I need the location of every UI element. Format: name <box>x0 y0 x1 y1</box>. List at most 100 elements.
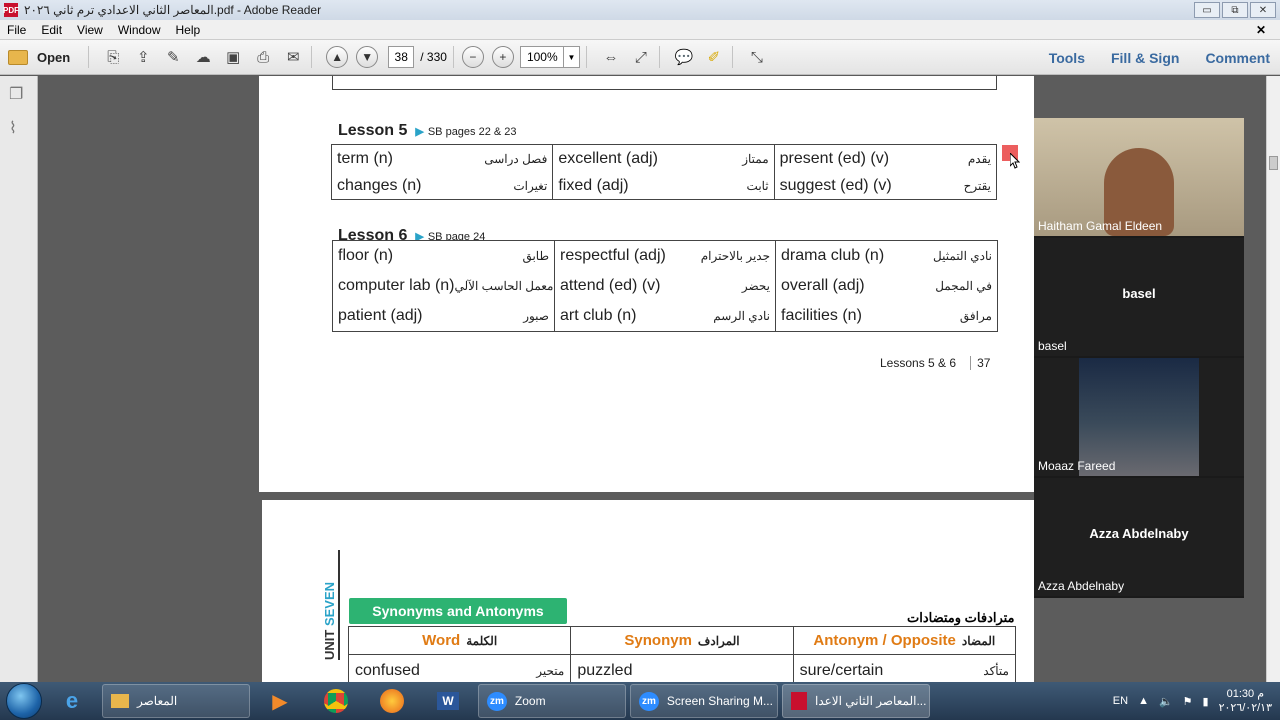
chevron-down-icon[interactable]: ▼ <box>562 47 579 67</box>
pdf-icon <box>791 692 807 710</box>
page-thumbnails-icon[interactable]: ❐ <box>9 84 29 104</box>
word-icon[interactable]: W <box>422 684 474 718</box>
close-button[interactable]: ✕ <box>1250 2 1276 18</box>
create-pdf-icon[interactable]: ⎘ <box>101 45 125 69</box>
email-icon[interactable]: ✉ <box>281 45 305 69</box>
taskbar-screen-sharing[interactable]: zm Screen Sharing M... <box>630 684 778 718</box>
vocab-arabic: جدير بالاحترام <box>700 249 770 263</box>
menu-bar: File Edit View Window Help ✕ <box>0 20 1280 40</box>
media-player-icon[interactable]: ▶ <box>254 684 306 718</box>
word-badge: W <box>437 692 459 710</box>
window-titlebar: PDF المعاصر الثاني الاعدادي ترم ثاني ٢٠٢… <box>0 0 1280 20</box>
fill-sign-link[interactable]: Fill & Sign <box>1111 50 1179 66</box>
system-tray: EN ▲ 🔈 ⚑ ▮ 01:30 م ٢٠٢٦/٠٢/١٣ <box>1113 682 1280 720</box>
taskbar-adobe-reader[interactable]: المعاصر الثاني الاعدا... <box>782 684 930 718</box>
minimize-button[interactable]: ▭ <box>1194 2 1220 18</box>
vocab-column: floor (n) طابق computer lab (n) معمل الحاس… <box>333 241 555 331</box>
language-indicator[interactable]: EN <box>1113 695 1128 707</box>
menu-view[interactable]: View <box>70 23 111 37</box>
firefox-logo <box>380 689 404 713</box>
sticky-note-icon[interactable]: 💬 <box>672 45 696 69</box>
comment-link[interactable]: Comment <box>1205 50 1270 66</box>
main-toolbar: Open ⎘ ⇪ ✎ ☁ ▣ ⎙ ✉ ▲ ▼ 38 / 330 − + 100%… <box>0 40 1280 75</box>
expand-icon[interactable]: ⤡ <box>745 45 769 69</box>
vocab-english: changes (n) <box>337 176 422 194</box>
participant-tile[interactable]: Haitham Gamal Eldeen <box>1034 118 1244 236</box>
vocab-english: overall (adj) <box>781 277 865 294</box>
fit-width-icon[interactable]: ⇔ <box>599 45 623 69</box>
vocab-row: term (n) فصل دراسى <box>337 150 547 168</box>
vocab-arabic: صبور <box>523 309 549 323</box>
save-icon[interactable]: ▣ <box>221 45 245 69</box>
attachments-icon[interactable]: ⌇ <box>9 118 29 138</box>
print-icon[interactable]: ⎙ <box>251 45 275 69</box>
participant-tile[interactable]: Moaaz Fareed <box>1034 358 1244 476</box>
vocab-arabic: ممتاز <box>742 151 769 166</box>
close-document-icon[interactable]: ✕ <box>1249 23 1274 37</box>
volume-icon[interactable]: 🔈 <box>1159 695 1173 708</box>
scrollbar-thumb[interactable] <box>1269 156 1278 170</box>
clock-time: 01:30 م <box>1226 688 1264 700</box>
vocab-row: changes (n) تغيرات <box>337 177 547 195</box>
lesson-number: 5 <box>398 122 408 139</box>
footer-lessons: Lessons 5 & 6 <box>880 356 957 370</box>
synonyms-arabic-title: مترادفات ومتضادات <box>907 610 1015 625</box>
sb-pages: SB pages 22 & 23 <box>427 126 517 138</box>
lesson-6-vocab-table: floor (n) طابق computer lab (n) معمل الحاس… <box>332 240 998 332</box>
header-english: Synonym <box>624 632 692 649</box>
synonyms-banner: Synonyms and Antonyms <box>349 598 567 624</box>
restore-button[interactable]: ⧉ <box>1222 2 1248 18</box>
clock[interactable]: 01:30 م ٢٠٢٦/٠٢/١٣ <box>1219 687 1272 715</box>
chrome-icon[interactable] <box>310 684 362 718</box>
zoom-select[interactable]: 100% ▼ <box>519 46 580 68</box>
menu-edit[interactable]: Edit <box>34 23 70 37</box>
vocab-english: attend (ed) (v) <box>560 277 661 294</box>
vocab-row: drama club (n) نادي التمثيل <box>781 247 992 265</box>
show-hidden-icons-icon[interactable]: ▲ <box>1138 695 1149 707</box>
toolbar-links: Tools Fill & Sign Comment <box>1049 40 1270 75</box>
start-button[interactable] <box>6 683 42 719</box>
vocab-english: computer lab (n) <box>338 277 455 294</box>
fit-page-icon[interactable]: ⤢ <box>629 45 653 69</box>
column-header: Word الكلمة <box>349 627 571 655</box>
vocab-english: facilities (n) <box>781 307 862 324</box>
edit-pdf-icon[interactable]: ✎ <box>161 45 185 69</box>
tools-link[interactable]: Tools <box>1049 50 1085 66</box>
menu-help[interactable]: Help <box>169 23 209 37</box>
previous-page-icon[interactable]: ▲ <box>326 46 349 68</box>
table-row: confused متحير <box>349 655 570 682</box>
zoom-in-icon[interactable]: + <box>491 46 514 68</box>
navigation-panel: ❐ ⌇ <box>0 76 38 682</box>
vocab-english: fixed (adj) <box>558 176 629 194</box>
unit-name: SEVEN <box>322 581 337 627</box>
next-page-icon[interactable]: ▼ <box>356 46 379 68</box>
chrome-logo <box>324 689 348 713</box>
vocab-row: present (ed) (v) يقدم <box>780 150 991 168</box>
cell-english: confused <box>355 662 420 679</box>
internet-explorer-icon[interactable]: e <box>46 684 98 718</box>
zoom-out-icon[interactable]: − <box>461 46 484 68</box>
network-icon[interactable]: ▮ <box>1203 695 1209 708</box>
firefox-icon[interactable] <box>366 684 418 718</box>
menu-window[interactable]: Window <box>111 23 169 37</box>
vocab-column: term (n) فصل دراسى changes (n) تغيرات <box>332 145 554 199</box>
export-pdf-icon[interactable]: ⇪ <box>131 45 155 69</box>
action-center-icon[interactable]: ⚑ <box>1183 695 1193 708</box>
column-header: Synonym المرادف <box>571 627 793 655</box>
participant-tile[interactable]: basel basel <box>1034 238 1244 356</box>
taskbar-folder[interactable]: المعاصر <box>102 684 250 718</box>
participant-name: Haitham Gamal Eldeen <box>1038 219 1163 233</box>
participant-tile[interactable]: Azza Abdelnaby Azza Abdelnaby <box>1034 478 1244 596</box>
page-number-input[interactable]: 38 <box>388 46 415 68</box>
taskbar-zoom[interactable]: zm Zoom <box>478 684 626 718</box>
synonyms-table: Word الكلمة confused متحير Synonym المرادف … <box>348 626 1016 682</box>
page-footer: Lessons 5 & 6 37 <box>880 356 990 370</box>
pdf-page: UNIT SEVEN Synonyms and Antonyms مترادفا… <box>262 500 1034 682</box>
highlight-icon[interactable]: ✐ <box>702 45 726 69</box>
vertical-scrollbar[interactable] <box>1266 76 1280 682</box>
toolbar-separator <box>731 46 733 68</box>
menu-file[interactable]: File <box>0 23 34 37</box>
cloud-upload-icon[interactable]: ☁ <box>191 45 215 69</box>
open-button[interactable]: Open <box>8 49 70 65</box>
lesson-title: Lesson <box>338 122 395 139</box>
